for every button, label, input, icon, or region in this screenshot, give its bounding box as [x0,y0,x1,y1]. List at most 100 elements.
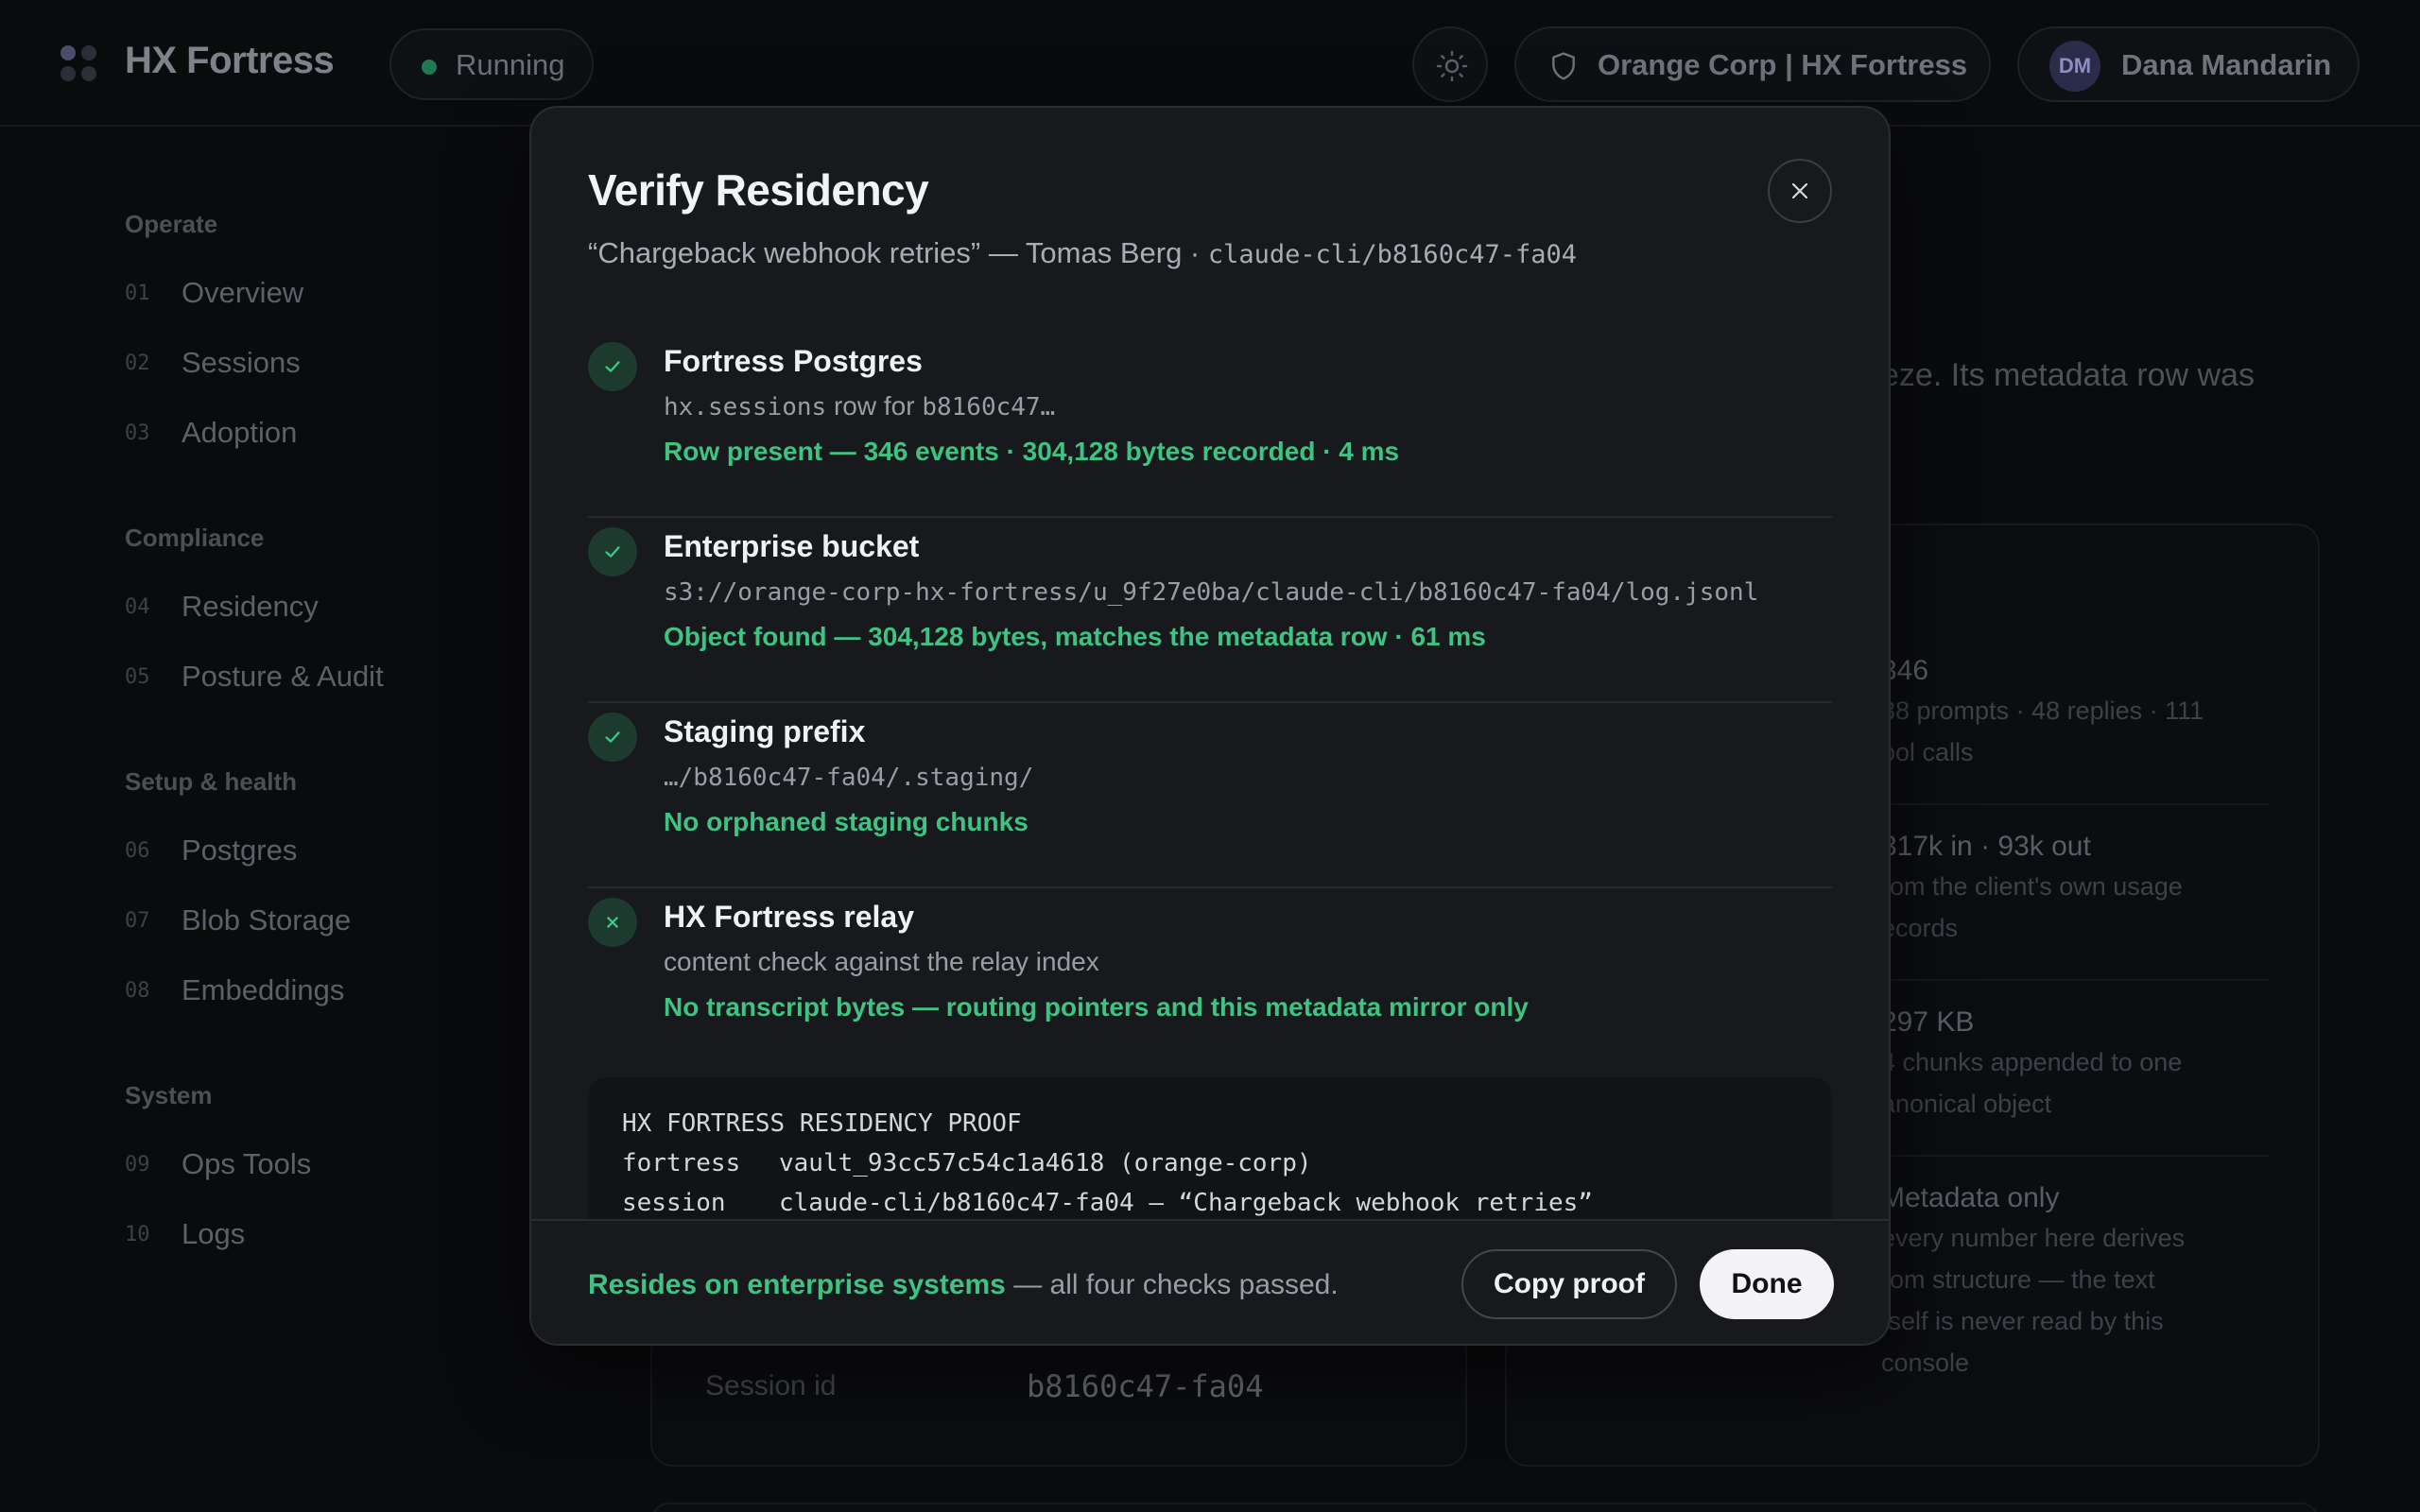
check-icon [588,527,637,576]
sun-icon [1436,50,1468,82]
session-id-code: b8160c47… [922,393,1056,421]
nav-number: 06 [125,839,150,863]
summary-text: — all four checks passed. [1005,1269,1339,1300]
proof-line-session: session claude-cli/b8160c47-fa04 — “Charg… [622,1187,1593,1219]
stat-sub: rom the client's own usage [1881,872,2183,901]
nav-number: 05 [125,665,150,689]
stat-sub: anonical object [1881,1090,2052,1118]
nav-label: Sessions [182,346,301,379]
close-icon [1791,182,1808,199]
nav-label: Adoption [182,416,298,449]
stat-sub: ool calls [1881,738,1974,766]
proof-value: claude-cli/b8160c47-fa04 — “Chargeback w… [779,1189,1593,1217]
avatar: DM [2049,41,2100,92]
org-switcher[interactable]: Orange Corp | HX Fortress [1514,26,1991,102]
dialog-subtitle: “Chargeback webhook retries” — Tomas Ber… [588,232,1577,276]
theme-toggle-button[interactable] [1412,26,1488,102]
check-enterprise-bucket: Enterprise bucket s3://orange-corp-hx-fo… [588,518,1832,703]
check-detail: content check against the relay index [664,947,1099,976]
page-intro-text: eze. Its metadata row was [1881,357,2255,393]
close-button[interactable] [1768,159,1832,223]
stat-tokens: 317k in · 93k out rom the client's own u… [1881,828,2269,981]
user-menu[interactable]: DM Dana Mandarin [2017,26,2360,102]
nav-group-title: Compliance [125,524,265,552]
verify-residency-dialog: Verify Residency “Chargeback webhook ret… [529,106,1891,1346]
nav-number: 04 [125,595,150,619]
status-text: Running [456,48,565,81]
sidebar-item-blob-storage[interactable]: 07 Blob Storage [125,898,484,945]
sidebar-item-postgres[interactable]: 06 Postgres [125,828,484,875]
sidebar-item-logs[interactable]: 10 Logs [125,1211,484,1259]
check-result: Object found — 304,128 bytes, matches th… [664,622,1486,651]
shield-icon [1552,52,1575,80]
session-id-value: b8160c47-fa04 [1027,1368,1264,1404]
summary-status: Resides on enterprise systems [588,1269,1006,1300]
nav-label: Blob Storage [182,903,352,936]
check-result: No orphaned staging chunks [664,807,1028,836]
sidebar-item-sessions[interactable]: 02 Sessions [125,340,484,387]
check-title: HX Fortress relay [664,900,915,934]
stat-sub: 4 chunks appended to one [1881,1048,2183,1076]
check-result: Row present — 346 events · 304,128 bytes… [664,437,1400,466]
nav-label: Ops Tools [182,1147,312,1180]
nav-label: Logs [182,1217,246,1250]
verification-summary: Resides on enterprise systems — all four… [588,1266,1339,1304]
stat-sub: console [1881,1349,1970,1377]
check-title: Enterprise bucket [664,529,920,563]
stat-metadata: Metadata only every number here derives … [1881,1179,2269,1397]
dialog-title: Verify Residency [588,165,929,215]
check-hx-fortress-relay: HX Fortress relay content check against … [588,888,1832,1074]
stat-title: Metadata only [1881,1182,2060,1213]
nav-number: 08 [125,979,150,1003]
x-icon [588,898,637,947]
nav-number: 09 [125,1153,150,1177]
check-icon [588,713,637,762]
check-detail: hx.sessions row for b8160c47… [664,387,1055,426]
sidebar-item-ops-tools[interactable]: 09 Ops Tools [125,1142,484,1189]
detail-text: row for [826,391,923,421]
stat-events: 346 38 prompts · 48 replies · 111 ool ca… [1881,652,2269,805]
proof-key: fortress [622,1149,741,1177]
stat-sub: 38 prompts · 48 replies · 111 [1881,696,2204,725]
nav-group-title: Operate [125,210,218,238]
logo-icon [59,43,100,85]
nav-number: 10 [125,1223,150,1246]
nav-group-title: Setup & health [125,767,298,796]
sidebar-item-residency[interactable]: 04 Residency [125,584,484,631]
stat-sub: rom structure — the text [1881,1265,2155,1294]
check-fortress-postgres: Fortress Postgres hx.sessions row for b8… [588,333,1832,518]
session-title-text: “Chargeback webhook retries” — Tomas Ber… [588,236,1208,269]
stat-size: 297 KB 4 chunks appended to one anonical… [1881,1004,2269,1157]
table-name-code: hx.sessions [664,393,827,421]
check-icon [588,342,637,391]
proof-line-fortress: fortress vault_93cc57c54c1a4618 (orange-c… [622,1147,1312,1179]
nav-label: Posture & Audit [182,660,384,693]
nav-label: Overview [182,276,304,309]
dialog-footer: Resides on enterprise systems — all four… [531,1219,1889,1344]
staging-path-code: …/b8160c47-fa04/.staging/ [664,764,1034,792]
check-staging-prefix: Staging prefix …/b8160c47-fa04/.staging/… [588,703,1832,888]
proof-key: session [622,1189,726,1217]
nav-label: Residency [182,590,319,623]
session-path-code: claude-cli/b8160c47-fa04 [1207,240,1577,269]
check-detail: s3://orange-corp-hx-fortress/u_9f27e0ba/… [664,573,1758,611]
sidebar-item-posture-audit[interactable]: 05 Posture & Audit [125,654,484,701]
proof-heading: HX FORTRESS RESIDENCY PROOF [622,1109,1022,1138]
brand-name: HX Fortress [125,40,335,81]
sidebar-item-embeddings[interactable]: 08 Embeddings [125,968,484,1015]
check-result: No transcript bytes — routing pointers a… [664,992,1529,1022]
sidebar-item-adoption[interactable]: 03 Adoption [125,410,484,457]
copy-proof-button[interactable]: Copy proof [1461,1249,1677,1319]
nav-number: 01 [125,282,150,305]
nav-number: 02 [125,352,150,375]
status-dot-icon [422,60,437,75]
sidebar-item-overview[interactable]: 01 Overview [125,270,484,318]
proof-value: vault_93cc57c54c1a4618 (orange-corp) [779,1149,1312,1177]
sidebar: Operate 01 Overview 02 Sessions 03 Adopt… [0,127,529,1512]
check-title: Staging prefix [664,714,866,748]
bucket-path-code: s3://orange-corp-hx-fortress/u_9f27e0ba/… [664,578,1759,607]
check-title: Fortress Postgres [664,344,923,378]
done-button[interactable]: Done [1700,1249,1834,1319]
nav-number: 03 [125,421,150,445]
stat-sub: ecords [1881,914,1959,942]
